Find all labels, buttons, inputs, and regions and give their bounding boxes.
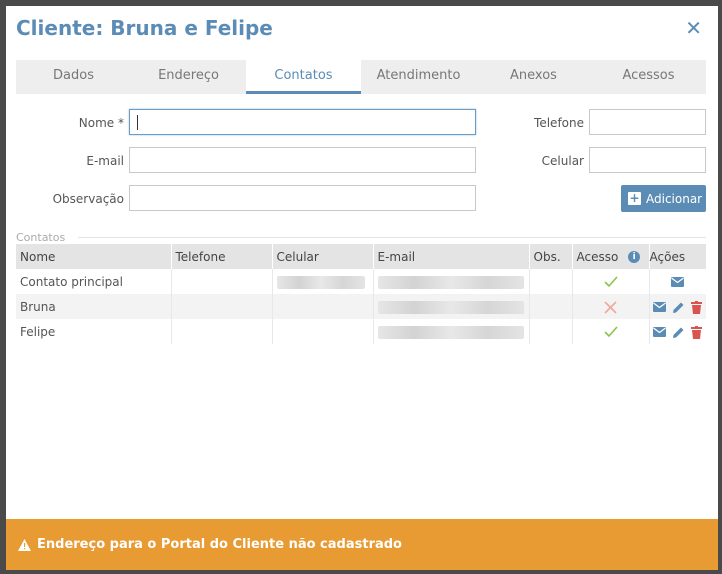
contact-celular — [271, 269, 373, 294]
tab-contatos[interactable]: Contatos — [246, 60, 361, 94]
trash-icon[interactable] — [691, 325, 703, 339]
col-header-obs[interactable]: Obs. — [528, 244, 572, 269]
contact-celular — [271, 319, 373, 344]
contact-acesso — [571, 319, 649, 344]
observacao-input[interactable] — [130, 186, 475, 210]
text-caret — [137, 115, 138, 130]
contact-acesso — [571, 269, 649, 294]
col-header-acoes: Ações — [648, 244, 706, 269]
close-icon[interactable]: ✕ — [685, 18, 702, 38]
contacts-table: Nome Telefone Celular E-mail Obs. Acesso… — [16, 244, 706, 344]
contact-email — [372, 319, 529, 344]
telefone-field[interactable] — [589, 109, 706, 135]
redacted-email — [377, 325, 524, 339]
observacao-field[interactable] — [129, 185, 476, 211]
tab-bar: Dados Endereço Contatos Atendimento Anex… — [16, 60, 706, 94]
redacted-email — [377, 275, 524, 289]
email-field[interactable] — [129, 147, 476, 173]
table-header-row: Nome Telefone Celular E-mail Obs. Acesso… — [16, 244, 706, 269]
warning-message: Endereço para o Portal do Cliente não ca… — [37, 537, 402, 552]
contact-obs — [528, 269, 572, 294]
contact-email — [372, 294, 529, 319]
telefone-input[interactable] — [590, 110, 705, 134]
contact-name: Felipe — [20, 324, 56, 339]
col-header-acesso: Acesso i — [571, 244, 649, 269]
contacts-section-label: Contatos — [16, 231, 66, 244]
contact-name: Contato principal — [20, 274, 123, 289]
table-row: Felipe — [16, 319, 706, 344]
redacted-celular — [276, 275, 365, 289]
check-icon — [603, 276, 618, 288]
redacted-email — [377, 300, 524, 314]
observacao-label: Observação — [52, 192, 124, 206]
add-button-label: Adicionar — [646, 191, 703, 206]
plus-icon: + — [628, 191, 641, 205]
email-label: E-mail — [86, 154, 124, 168]
section-divider — [78, 237, 706, 238]
contact-actions — [648, 269, 706, 294]
telefone-label: Telefone — [534, 116, 584, 130]
contact-actions — [648, 319, 706, 344]
tab-anexos[interactable]: Anexos — [476, 60, 591, 94]
nome-input[interactable] — [130, 110, 475, 134]
info-icon[interactable]: i — [628, 251, 641, 263]
contact-telefone — [170, 319, 272, 344]
celular-label: Celular — [541, 154, 584, 168]
email-icon[interactable] — [653, 302, 667, 312]
col-header-email[interactable]: E-mail — [372, 244, 529, 269]
email-input[interactable] — [130, 148, 475, 172]
cross-icon — [604, 300, 617, 314]
contact-telefone — [170, 294, 272, 319]
edit-pencil-icon[interactable] — [672, 301, 685, 314]
table-row: Contato principal — [16, 269, 706, 294]
contact-celular — [271, 294, 373, 319]
modal-title: Cliente: Bruna e Felipe — [16, 16, 273, 40]
col-header-telefone[interactable]: Telefone — [170, 244, 272, 269]
col-header-celular[interactable]: Celular — [271, 244, 373, 269]
contact-obs — [528, 319, 572, 344]
tab-atendimento[interactable]: Atendimento — [361, 60, 476, 94]
warning-icon — [18, 538, 31, 551]
col-header-nome[interactable]: Nome — [16, 244, 171, 269]
contact-acesso — [571, 294, 649, 319]
contact-obs — [528, 294, 572, 319]
tab-acessos[interactable]: Acessos — [591, 60, 706, 94]
nome-label: Nome * — [78, 116, 124, 130]
nome-field[interactable] — [129, 109, 476, 135]
email-icon[interactable] — [671, 277, 685, 287]
contact-actions — [648, 294, 706, 319]
celular-field[interactable] — [589, 147, 706, 173]
check-icon — [603, 326, 618, 338]
contact-name: Bruna — [16, 294, 171, 319]
warning-footer: Endereço para o Portal do Cliente não ca… — [6, 519, 718, 570]
contact-telefone — [170, 269, 272, 294]
email-icon[interactable] — [653, 327, 667, 337]
client-modal: Cliente: Bruna e Felipe ✕ Dados Endereço… — [6, 6, 718, 570]
trash-icon[interactable] — [691, 300, 703, 314]
celular-input[interactable] — [590, 148, 705, 172]
tab-dados[interactable]: Dados — [16, 60, 131, 94]
contact-email — [372, 269, 529, 294]
tab-endereco[interactable]: Endereço — [131, 60, 246, 94]
acesso-header-label: Acesso — [576, 249, 619, 264]
add-contact-button[interactable]: + Adicionar — [621, 185, 706, 212]
edit-pencil-icon[interactable] — [672, 326, 685, 339]
table-row: Bruna — [16, 294, 706, 319]
